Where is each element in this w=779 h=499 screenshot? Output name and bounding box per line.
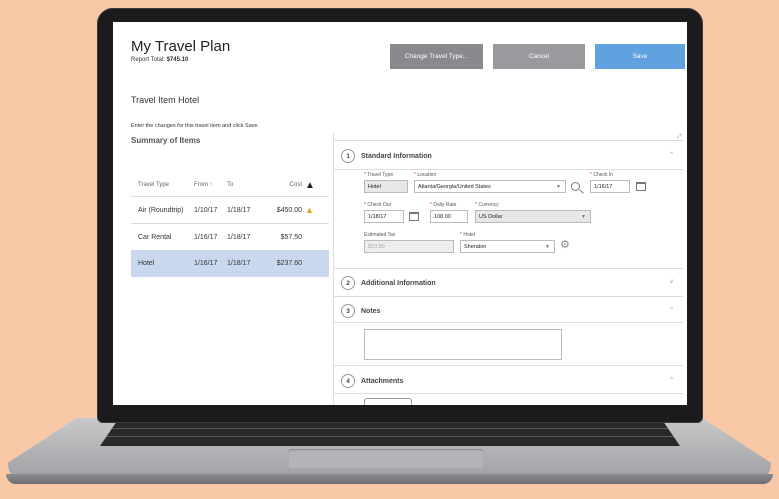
cell-travel-type: Car Rental	[138, 233, 172, 241]
location-label: * Location	[414, 172, 437, 178]
calendar-icon[interactable]	[636, 182, 646, 191]
attach-file-button[interactable]	[364, 398, 412, 405]
section-header: 3 Notes	[341, 304, 380, 318]
hotel-select[interactable]: Sheraton ▼	[460, 240, 555, 253]
column-header-to[interactable]: To	[227, 174, 233, 196]
section-title: Additional Information	[361, 279, 436, 287]
section-divider	[333, 169, 683, 170]
cancel-button[interactable]: Cancel	[493, 44, 585, 69]
currency-value: US Dollar	[479, 213, 503, 220]
section-divider	[333, 322, 683, 323]
check-in-field[interactable]: 1/16/17	[590, 180, 630, 193]
section-number: 1	[341, 149, 355, 163]
check-out-label: * Check Out	[364, 202, 391, 208]
location-label-text: Location	[417, 172, 437, 178]
warning-icon: ▲	[305, 205, 314, 215]
instruction-text: Enter the changes for this travel item a…	[131, 123, 260, 129]
daily-rate-label: * Daily Rate	[430, 202, 457, 208]
column-header-cost[interactable]: Cost	[264, 174, 302, 196]
currency-label: * Currency	[475, 202, 499, 208]
section-header: 2 Additional Information	[341, 276, 436, 290]
section-standard-information[interactable]: 1 Standard Information ^	[333, 140, 683, 170]
summary-table: Travel Type From ↑ To Cost ▲ Air (Roundt…	[131, 174, 329, 277]
section-notes[interactable]: 3 Notes ^	[333, 296, 683, 324]
section-header: 4 Attachments	[341, 374, 403, 388]
hotel-label: * Hotel	[460, 232, 476, 238]
chevron-down-icon: ▼	[545, 243, 550, 250]
table-row-selected[interactable]: Hotel 1/16/17 1/18/17 $237.60	[131, 250, 329, 277]
section-title: Standard Information	[361, 152, 432, 160]
chevron-down-icon: ▼	[581, 213, 586, 220]
search-icon[interactable]	[571, 182, 580, 191]
cell-to: 1/18/17	[227, 233, 251, 241]
daily-rate-field[interactable]: 108.00	[430, 210, 468, 223]
section-number: 3	[341, 304, 355, 318]
column-header-from-label: From	[194, 182, 208, 188]
laptop-base-edge	[6, 474, 773, 484]
change-travel-type-button[interactable]: Change Travel Type...	[390, 44, 483, 69]
table-row[interactable]: Air (Roundtrip) 1/10/17 1/18/17 $450.00 …	[131, 196, 329, 223]
cell-travel-type: Hotel	[138, 260, 155, 267]
chevron-down-icon: ▼	[556, 183, 561, 190]
cell-to: 1/18/17	[227, 206, 251, 214]
section-title: Attachments	[361, 377, 404, 385]
app-screen: My Travel Plan Report Total: $745.10 Cha…	[113, 22, 687, 405]
notes-textarea[interactable]	[364, 329, 562, 360]
section-additional-information[interactable]: 2 Additional Information v	[333, 268, 683, 296]
currency-label-text: Currency	[478, 202, 499, 208]
section-number: 4	[341, 374, 355, 388]
sort-ascending-icon: ↑	[209, 182, 213, 188]
warning-icon: ▲	[305, 179, 315, 191]
check-out-label-text: Check Out	[367, 202, 391, 208]
hotel-label-text: Hotel	[463, 232, 476, 238]
cell-cost: $57.50	[280, 233, 302, 241]
location-select[interactable]: Atlanta/Georgia/United States ▼	[414, 180, 566, 193]
cell-from: 1/16/17	[194, 233, 218, 241]
check-in-label-text: Check In	[593, 172, 614, 178]
page-title: My Travel Plan	[131, 38, 231, 55]
cell-from: 1/16/17	[194, 260, 218, 267]
location-value: Atlanta/Georgia/United States	[418, 183, 491, 190]
summary-heading: Summary of Items	[131, 136, 201, 145]
chevron-up-icon[interactable]: ^	[670, 307, 673, 313]
report-total-value: $745.10	[166, 57, 189, 63]
check-in-label: * Check In	[590, 172, 614, 178]
travel-type-label: * Travel Type	[364, 172, 394, 178]
section-divider	[333, 393, 683, 394]
cell-cost: $237.60	[276, 260, 302, 267]
laptop-trackpad	[288, 449, 484, 468]
travel-type-label-text: Travel Type	[367, 172, 394, 178]
column-header-travel-type[interactable]: Travel Type	[138, 174, 169, 196]
travel-item-heading: Travel Item Hotel	[131, 95, 200, 105]
hotel-value: Sheraton	[464, 243, 487, 250]
estimated-tax-label: Estimated Tax	[364, 232, 396, 238]
daily-rate-label-text: Daily Rate	[433, 202, 457, 208]
estimated-tax-field: $10.80	[364, 240, 454, 253]
chevron-up-icon[interactable]: ^	[670, 377, 673, 383]
chevron-down-icon[interactable]: v	[670, 279, 673, 285]
gear-icon[interactable]: ⚙	[560, 238, 570, 251]
report-total: Report Total: $745.10	[131, 57, 188, 63]
section-header: 1 Standard Information	[341, 149, 432, 163]
column-header-from[interactable]: From ↑	[194, 174, 213, 196]
save-button[interactable]: Save	[595, 44, 685, 69]
cell-travel-type: Air (Roundtrip)	[138, 206, 184, 214]
table-header-row: Travel Type From ↑ To Cost ▲	[131, 174, 329, 196]
travel-type-field: Hotel	[364, 180, 408, 193]
cell-from: 1/10/17	[194, 206, 218, 214]
chevron-up-icon[interactable]: ^	[670, 152, 673, 158]
currency-select[interactable]: US Dollar ▼	[475, 210, 591, 223]
section-title: Notes	[361, 307, 381, 315]
table-row[interactable]: Car Rental 1/16/17 1/18/17 $57.50	[131, 223, 329, 250]
check-out-field[interactable]: 1/18/17	[364, 210, 404, 223]
cell-cost: $450.00	[276, 206, 302, 214]
cell-to: 1/18/17	[227, 260, 251, 267]
section-number: 2	[341, 276, 355, 290]
section-attachments[interactable]: 4 Attachments ^	[333, 365, 683, 395]
calendar-icon[interactable]	[409, 212, 419, 221]
report-total-label: Report Total:	[131, 57, 165, 63]
